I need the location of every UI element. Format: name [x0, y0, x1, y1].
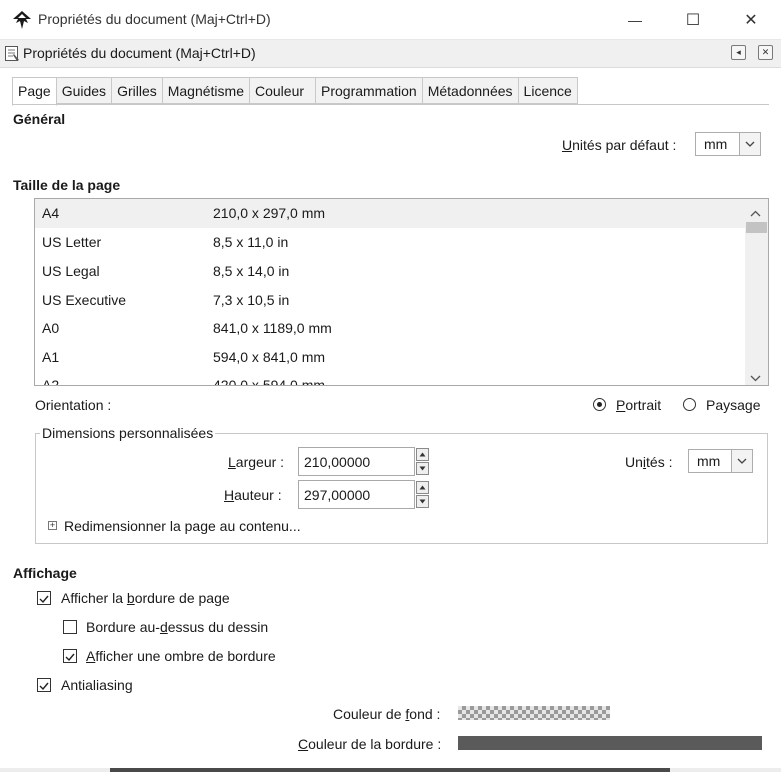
dock-close-button[interactable]: ✕	[758, 45, 773, 60]
close-window-button[interactable]: ✕	[722, 0, 780, 40]
show-border-label[interactable]: Afficher la bordure de page	[61, 590, 230, 606]
custom-units-label: Unités :	[625, 454, 673, 470]
stepper-down-icon[interactable]	[416, 495, 429, 508]
stepper-up-icon[interactable]	[416, 481, 429, 494]
list-item[interactable]: A0 841,0 x 1189,0 mm	[35, 314, 745, 343]
chevron-down-icon	[731, 450, 752, 472]
tab-snapping[interactable]: Magnétisme	[162, 77, 250, 104]
background-color-swatch[interactable]	[458, 706, 610, 720]
list-item[interactable]: US Letter 8,5 x 11,0 in	[35, 228, 745, 257]
border-on-top-checkbox[interactable]	[63, 620, 77, 634]
width-label: Largeur :	[228, 454, 285, 470]
tab-bar: Page Guides Grilles Magnétisme Couleur P…	[12, 77, 578, 106]
minimize-icon: —	[628, 12, 642, 28]
arrow-left-icon: ◂	[736, 47, 741, 57]
chevron-down-icon	[739, 133, 760, 155]
default-units-label: Unités par défaut :	[562, 137, 677, 153]
border-on-top-label[interactable]: Bordure au-dessus du dessin	[86, 619, 268, 635]
list-item[interactable]: US Legal 8,5 x 14,0 in	[35, 257, 745, 286]
portrait-radio[interactable]	[593, 398, 606, 411]
window-title: Propriétés du document (Maj+Ctrl+D)	[38, 11, 271, 27]
tab-scripting[interactable]: Programmation	[316, 77, 423, 104]
display-header: Affichage	[13, 565, 77, 581]
page-size-list[interactable]: A4 210,0 x 297,0 mm US Letter 8,5 x 11,0 i…	[34, 198, 769, 386]
landscape-label[interactable]: Paysage	[706, 397, 760, 413]
background-color-label: Couleur de fond :	[333, 706, 441, 722]
tab-guides[interactable]: Guides	[56, 77, 113, 104]
height-input[interactable]: 297,00000	[298, 480, 415, 509]
checkmark-icon	[39, 595, 49, 604]
list-item[interactable]: A4 210,0 x 297,0 mm	[35, 199, 745, 228]
resize-to-content-expander[interactable]: Redimensionner la page au contenu...	[64, 518, 301, 534]
list-item[interactable]: A2 420,0 x 594,0 mm	[35, 371, 745, 385]
antialiasing-label[interactable]: Antialiasing	[61, 677, 133, 693]
maximize-button[interactable]: ☐	[664, 0, 722, 40]
stepper-up-icon[interactable]	[416, 448, 429, 461]
close-icon: ✕	[761, 47, 770, 57]
orientation-label: Orientation :	[35, 397, 112, 413]
border-color-swatch[interactable]	[458, 736, 762, 750]
checkmark-icon	[39, 682, 49, 691]
antialiasing-checkbox[interactable]	[37, 678, 51, 692]
checkmark-icon	[65, 653, 75, 662]
scrollbar-thumb[interactable]	[746, 222, 767, 233]
document-properties-icon	[4, 45, 21, 62]
show-shadow-label[interactable]: Afficher une ombre de bordure	[86, 648, 276, 664]
border-color-label: Couleur de la bordure :	[298, 736, 442, 752]
landscape-radio[interactable]	[683, 398, 696, 411]
dock-title: Propriétés du document (Maj+Ctrl+D)	[23, 45, 256, 61]
taskbar-strip	[110, 768, 670, 772]
dock-collapse-button[interactable]: ◂	[731, 45, 746, 60]
page-size-header: Taille de la page	[13, 177, 121, 193]
maximize-icon: ☐	[685, 12, 701, 29]
chevron-up-icon[interactable]	[750, 204, 761, 220]
height-label: Hauteur :	[224, 487, 282, 503]
width-stepper[interactable]	[416, 448, 429, 475]
list-item[interactable]: US Executive 7,3 x 10,5 in	[35, 286, 745, 315]
tab-color[interactable]: Couleur	[250, 77, 316, 104]
close-icon: ✕	[744, 12, 758, 29]
general-header: Général	[13, 111, 66, 127]
tab-grids[interactable]: Grilles	[112, 77, 163, 104]
tab-divider	[12, 104, 769, 105]
portrait-label[interactable]: Portrait	[616, 397, 661, 413]
tab-page[interactable]: Page	[12, 77, 57, 106]
inkscape-icon	[12, 10, 32, 30]
show-shadow-checkbox[interactable]	[63, 649, 77, 663]
list-item[interactable]: A1 594,0 x 841,0 mm	[35, 343, 745, 372]
tab-license[interactable]: Licence	[518, 77, 578, 104]
expander-plus-icon[interactable]: +	[48, 521, 57, 530]
show-border-checkbox[interactable]	[37, 591, 51, 605]
custom-dimensions-title: Dimensions personnalisées	[40, 425, 216, 441]
chevron-down-icon[interactable]	[750, 369, 761, 385]
default-units-combo[interactable]: mm	[695, 132, 761, 156]
custom-units-combo[interactable]: mm	[688, 449, 753, 473]
minimize-button[interactable]: —	[606, 0, 664, 40]
stepper-down-icon[interactable]	[416, 462, 429, 475]
width-input[interactable]: 210,00000	[298, 447, 415, 476]
height-stepper[interactable]	[416, 481, 429, 508]
tab-metadata[interactable]: Métadonnées	[422, 77, 519, 104]
